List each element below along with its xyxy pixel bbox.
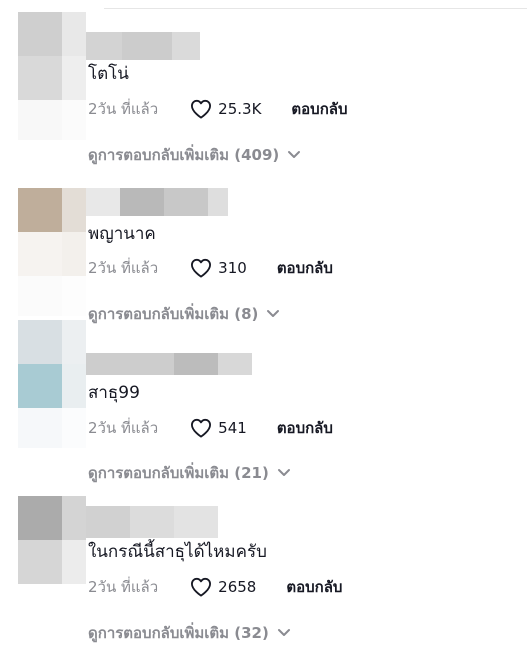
- avatar-pixel: [18, 56, 62, 100]
- heart-outline-icon[interactable]: [190, 258, 212, 278]
- avatar-pixel: [62, 540, 86, 584]
- comment-meta: 2วัน ที่แล้ว 310 ตอบกลับ: [88, 256, 333, 280]
- avatar-pixel: [18, 320, 62, 364]
- avatar-pixel: [62, 100, 86, 140]
- timestamp: 2วัน ที่แล้ว: [88, 259, 159, 277]
- avatar-pixel: [62, 232, 86, 276]
- avatar-pixel: [62, 188, 86, 232]
- comment-meta: 2วัน ที่แล้ว 2658 ตอบกลับ: [88, 575, 342, 599]
- comment-text: ในกรณีนี้สาธุได้ไหมครับ: [88, 542, 267, 562]
- avatar-pixel: [62, 364, 86, 408]
- chevron-down-icon[interactable]: [277, 628, 291, 638]
- username-blurred[interactable]: [86, 32, 200, 60]
- avatar-pixel: [18, 100, 62, 140]
- username-blurred[interactable]: [86, 353, 252, 375]
- avatar[interactable]: [18, 320, 86, 448]
- reply-button[interactable]: ตอบกลับ: [277, 256, 333, 280]
- chevron-down-icon[interactable]: [277, 468, 291, 478]
- avatar[interactable]: [18, 188, 86, 316]
- like-count: 310: [218, 259, 247, 277]
- comment-item: โตโน่ 2วัน ที่แล้ว 25.3K ตอบกลับ ดูการตอ…: [0, 12, 527, 172]
- timestamp: 2วัน ที่แล้ว: [88, 419, 159, 437]
- avatar-pixel: [62, 12, 86, 56]
- reply-button[interactable]: ตอบกลับ: [277, 416, 333, 440]
- view-replies-label[interactable]: ดูการตอบกลับเพิ่มเติม (409): [88, 143, 279, 167]
- chevron-down-icon[interactable]: [287, 150, 301, 160]
- comment-item: ในกรณีนี้สาธุได้ไหมครับ 2วัน ที่แล้ว 265…: [0, 496, 527, 656]
- comment-text: โตโน่: [88, 64, 129, 84]
- avatar-pixel: [62, 496, 86, 540]
- avatar-pixel: [18, 276, 62, 316]
- comment-meta: 2วัน ที่แล้ว 541 ตอบกลับ: [88, 416, 333, 440]
- avatar-pixel: [18, 408, 62, 448]
- avatar-pixel: [18, 540, 62, 584]
- timestamp: 2วัน ที่แล้ว: [88, 100, 159, 118]
- avatar-pixel: [18, 364, 62, 408]
- top-divider: [104, 8, 527, 9]
- comment-text: สาธุ99: [88, 383, 140, 403]
- heart-outline-icon[interactable]: [190, 577, 212, 597]
- avatar[interactable]: [18, 496, 86, 584]
- avatar-pixel: [62, 276, 86, 316]
- comment-item: สาธุ99 2วัน ที่แล้ว 541 ตอบกลับ ดูการตอบ…: [0, 320, 527, 482]
- username-blurred[interactable]: [86, 506, 218, 538]
- timestamp: 2วัน ที่แล้ว: [88, 578, 159, 596]
- view-replies-label[interactable]: ดูการตอบกลับเพิ่มเติม (32): [88, 621, 269, 645]
- view-replies-label[interactable]: ดูการตอบกลับเพิ่มเติม (21): [88, 461, 269, 485]
- like-button[interactable]: 25.3K: [190, 99, 261, 119]
- comment-text: พญานาค: [88, 224, 156, 244]
- avatar-pixel: [18, 188, 62, 232]
- avatar-pixel: [62, 320, 86, 364]
- avatar[interactable]: [18, 12, 86, 140]
- avatar-pixel: [18, 12, 62, 56]
- like-count: 541: [218, 419, 247, 437]
- reply-button[interactable]: ตอบกลับ: [286, 575, 342, 599]
- avatar-pixel: [18, 496, 62, 540]
- view-more-replies[interactable]: ดูการตอบกลับเพิ่มเติม (409): [88, 144, 301, 166]
- comment-meta: 2วัน ที่แล้ว 25.3K ตอบกลับ: [88, 97, 348, 121]
- like-button[interactable]: 310: [190, 258, 247, 278]
- view-more-replies[interactable]: ดูการตอบกลับเพิ่มเติม (21): [88, 462, 291, 484]
- username-blurred[interactable]: [86, 188, 228, 216]
- view-more-replies[interactable]: ดูการตอบกลับเพิ่มเติม (32): [88, 622, 291, 644]
- avatar-pixel: [62, 408, 86, 448]
- heart-outline-icon[interactable]: [190, 418, 212, 438]
- avatar-pixel: [18, 232, 62, 276]
- reply-button[interactable]: ตอบกลับ: [291, 97, 347, 121]
- chevron-down-icon[interactable]: [266, 309, 280, 319]
- like-count: 25.3K: [218, 100, 262, 118]
- like-count: 2658: [218, 578, 257, 596]
- like-button[interactable]: 541: [190, 418, 247, 438]
- like-button[interactable]: 2658: [190, 577, 256, 597]
- avatar-pixel: [62, 56, 86, 100]
- heart-outline-icon[interactable]: [190, 99, 212, 119]
